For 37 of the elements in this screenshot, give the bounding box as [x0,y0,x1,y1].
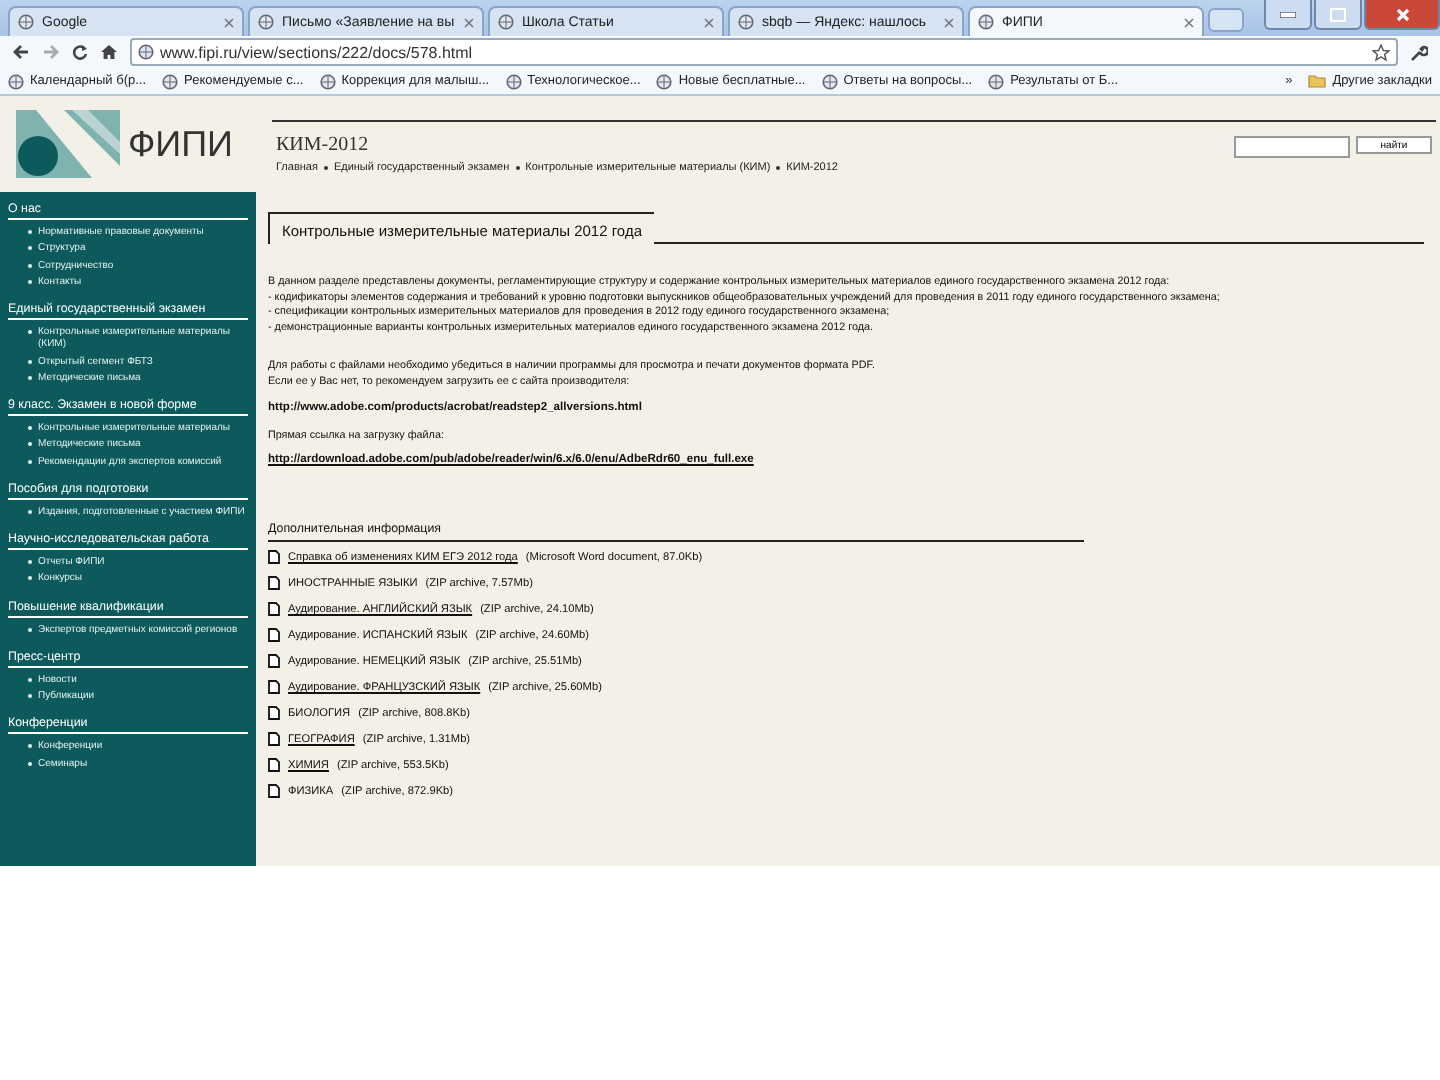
site-logo-text: ФИПИ [128,123,233,165]
minimize-button[interactable] [1264,0,1312,30]
star-icon[interactable] [1372,43,1390,61]
close-icon[interactable] [944,17,954,27]
logo-drawing [16,110,120,178]
globe-icon [978,14,994,30]
minimize-icon [1280,11,1296,17]
globe-icon [821,73,838,89]
reload-icon[interactable] [72,44,88,60]
globe-icon [505,73,522,89]
wrench-icon[interactable] [1410,43,1428,61]
close-icon[interactable] [704,17,714,27]
new-tab-button[interactable] [1208,8,1244,32]
close-button[interactable] [1364,0,1440,30]
globe-icon [8,73,24,89]
close-icon [1395,7,1409,21]
address-bar[interactable]: www.fipi.ru/view/sections/222/docs/578.html [130,38,1398,66]
globe-icon [18,14,34,30]
close-icon[interactable] [224,17,234,27]
forward-icon[interactable] [42,44,60,60]
folder-icon [1308,74,1327,88]
maximize-button[interactable] [1314,0,1362,30]
home-icon[interactable] [100,44,118,60]
search-field[interactable] [1234,136,1350,158]
globe-icon [258,14,274,30]
globe-icon [738,14,754,30]
globe-icon [498,14,514,30]
globe-icon [319,73,336,89]
globe-icon [656,73,673,89]
page-title: КИМ-2012 [276,134,371,156]
globe-icon [988,73,1005,89]
maximize-icon [1330,7,1346,21]
close-icon[interactable] [1184,17,1194,27]
back-icon[interactable] [12,44,30,60]
close-icon[interactable] [464,17,474,27]
globe-icon [138,44,154,60]
globe-icon [162,73,179,89]
